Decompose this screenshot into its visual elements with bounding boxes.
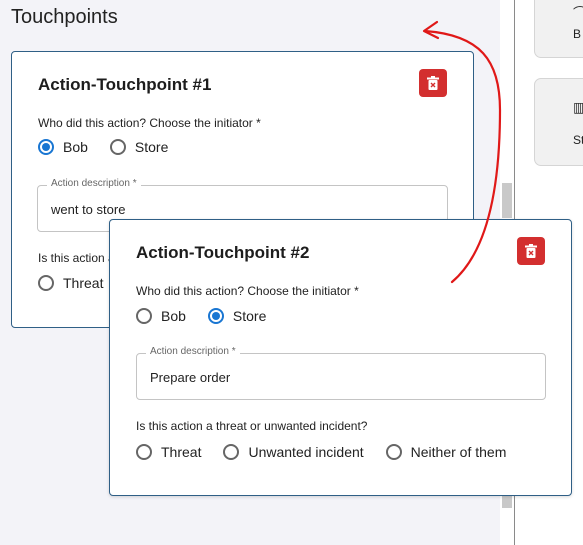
annotation-arrow-icon <box>422 20 502 284</box>
